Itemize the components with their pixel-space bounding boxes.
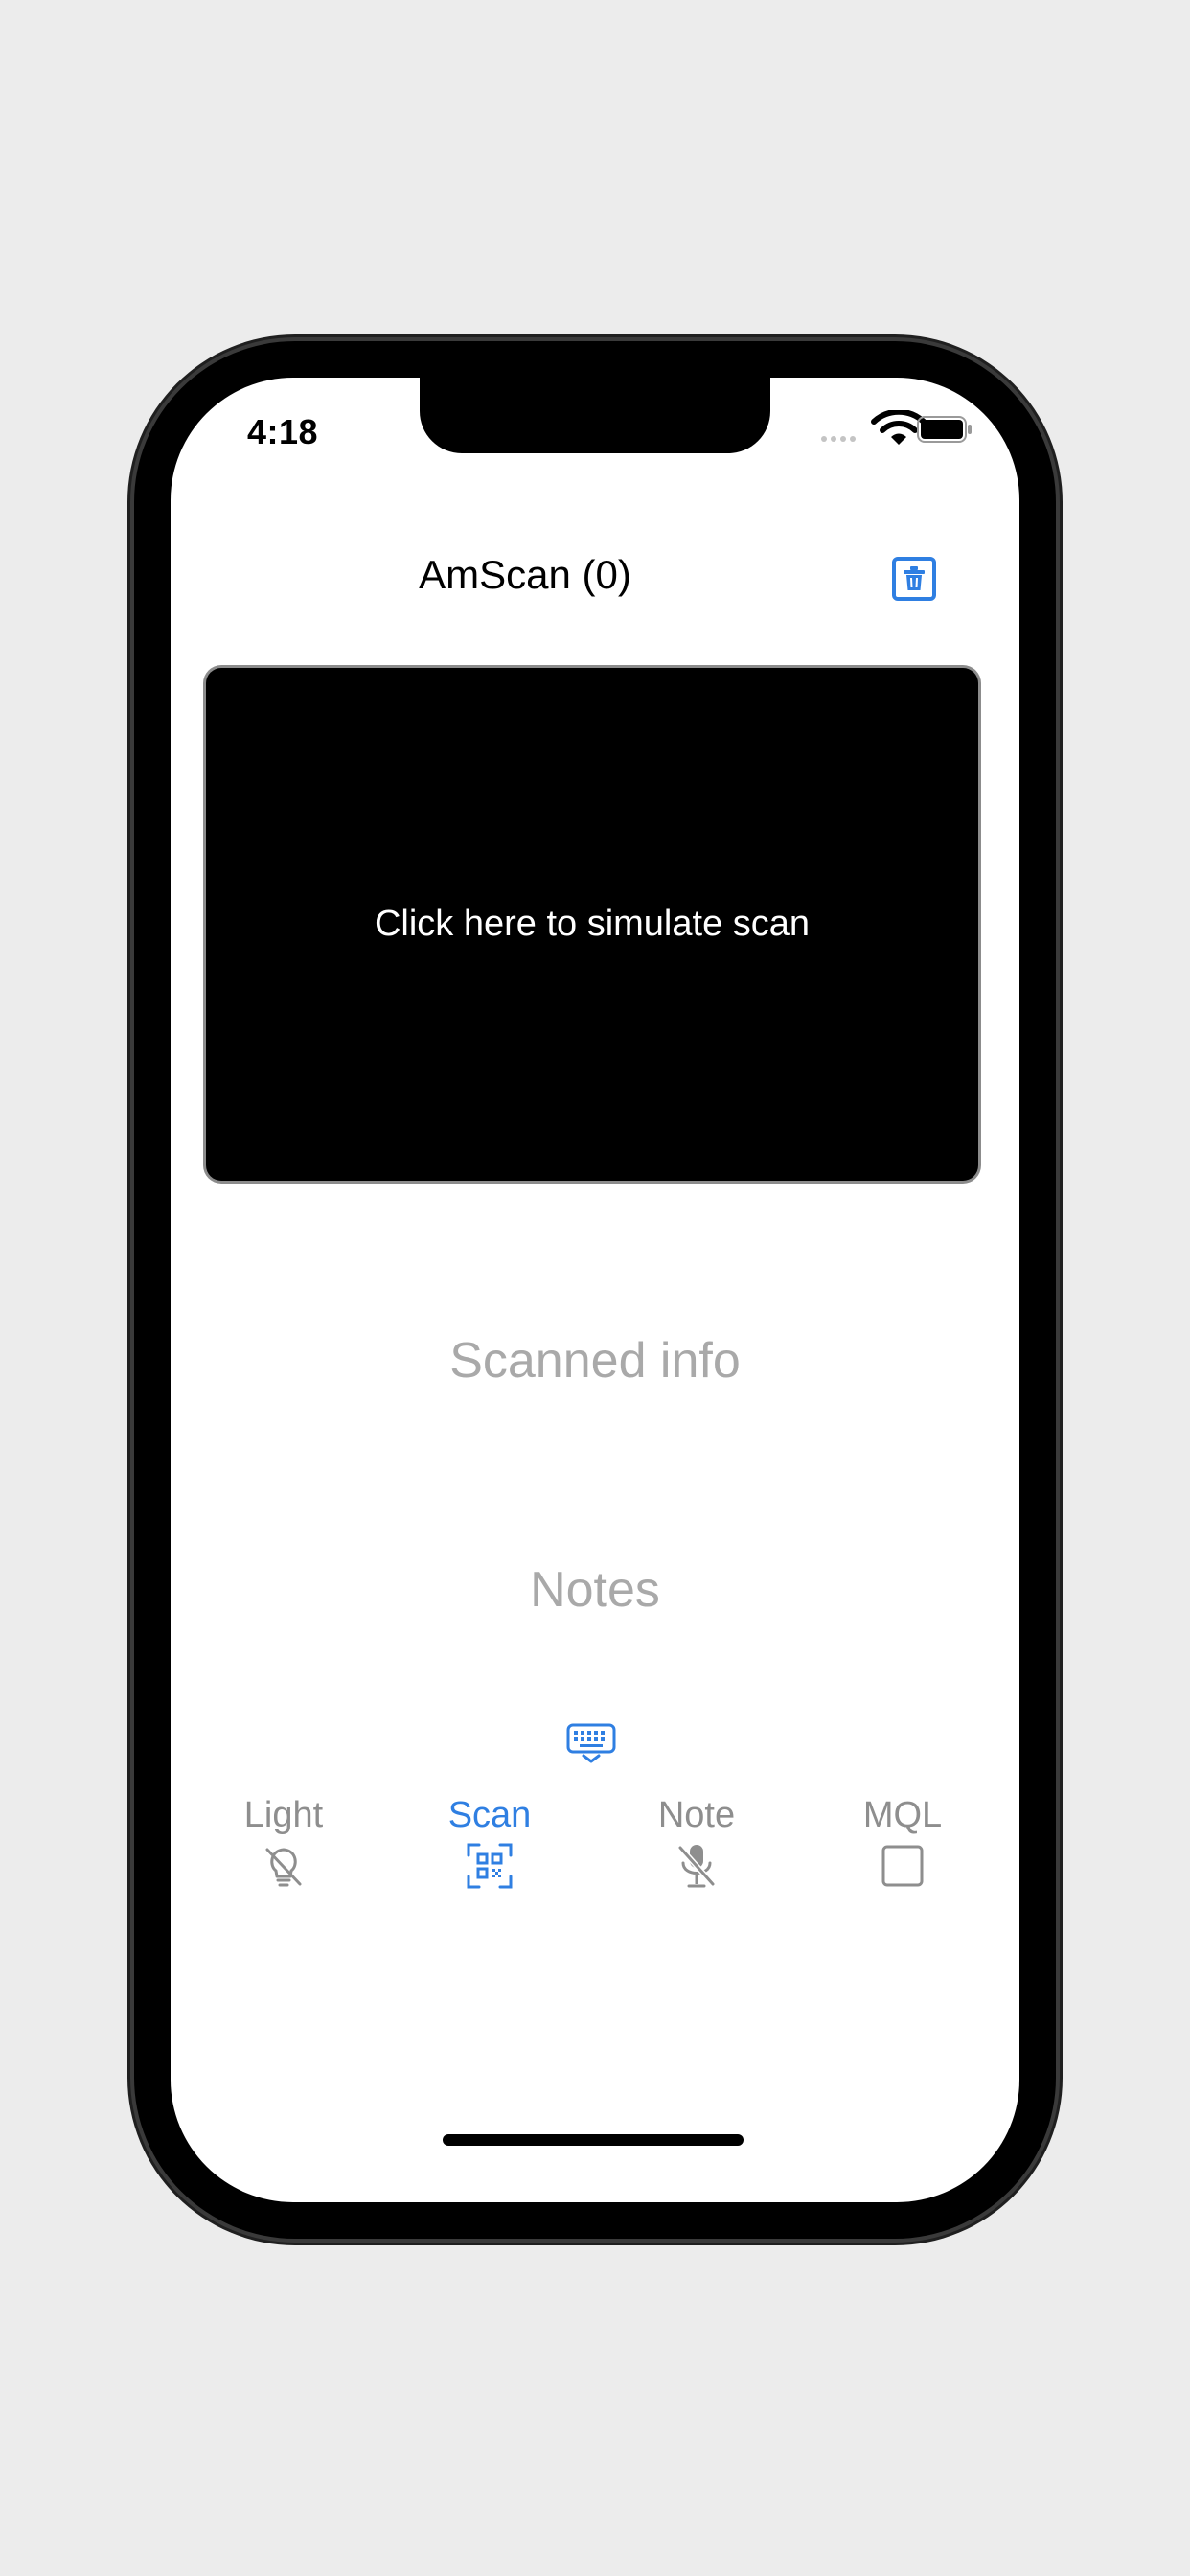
- tab-note-label: Note: [657, 1795, 736, 1835]
- tab-mql-label: MQL: [862, 1795, 943, 1835]
- lightbulb-slash-icon: [265, 1848, 302, 1887]
- trash-icon: [904, 566, 925, 590]
- battery-icon: [917, 416, 972, 443]
- status-time: 4:18: [247, 412, 319, 451]
- mic-slash-icon: [677, 1845, 716, 1888]
- tab-mql[interactable]: MQL: [835, 1794, 970, 1890]
- simulate-scan-label: Click here to simulate scan: [374, 904, 811, 944]
- keyboard-icon[interactable]: [566, 1723, 616, 1763]
- phone-frame: 4:18 AmScan (0) Click here to simulate s…: [134, 341, 1056, 2239]
- checkbox-empty-icon: [881, 1845, 924, 1887]
- tab-light-label: Light: [243, 1795, 324, 1835]
- tab-light[interactable]: Light: [217, 1794, 351, 1890]
- notes-field[interactable]: Notes: [171, 1561, 1019, 1619]
- qrcode-viewfinder-icon: [467, 1843, 513, 1889]
- scan-preview-area[interactable]: Click here to simulate scan: [206, 668, 978, 1181]
- tab-note[interactable]: Note: [629, 1794, 764, 1890]
- app-screen: 4:18 AmScan (0) Click here to simulate s…: [171, 378, 1019, 2202]
- clear-scans-button[interactable]: [892, 557, 936, 601]
- page-title: AmScan (0): [419, 552, 631, 597]
- scanned-info-field[interactable]: Scanned info: [171, 1332, 1019, 1390]
- home-indicator[interactable]: [443, 2134, 744, 2146]
- tab-scan-label: Scan: [447, 1795, 532, 1835]
- cellular-signal-icon: [821, 436, 856, 442]
- tab-scan[interactable]: Scan: [423, 1794, 557, 1890]
- device-notch: [420, 378, 770, 453]
